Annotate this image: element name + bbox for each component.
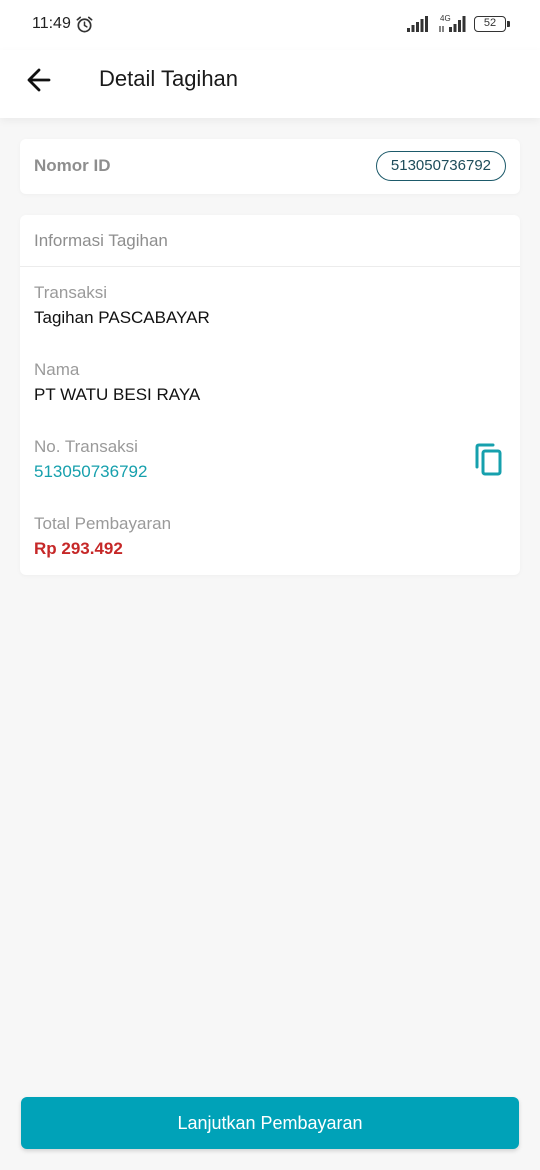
transaction-number-value: 513050736792 bbox=[34, 462, 148, 481]
name-value: PT WATU BESI RAYA bbox=[34, 385, 201, 404]
alarm-icon bbox=[76, 16, 93, 33]
app-bar: Detail Tagihan bbox=[0, 50, 540, 118]
battery-icon: 52 bbox=[474, 16, 506, 32]
transaction-type-value: Tagihan PASCABAYAR bbox=[34, 308, 210, 327]
signal-icon bbox=[407, 16, 428, 32]
continue-payment-button[interactable]: Lanjutkan Pembayaran bbox=[21, 1097, 519, 1149]
arrow-left-icon[interactable] bbox=[22, 64, 56, 96]
id-card: Nomor ID 513050736792 bbox=[20, 139, 520, 194]
name-label: Nama bbox=[34, 360, 80, 379]
bill-info-card: Informasi Tagihan Transaksi Tagihan PASC… bbox=[20, 215, 520, 575]
status-bar: 11:49 4G 52 bbox=[0, 0, 540, 50]
section-title: Informasi Tagihan bbox=[34, 231, 168, 250]
id-label: Nomor ID bbox=[34, 156, 111, 175]
total-payment-value: Rp 293.492 bbox=[34, 539, 123, 558]
battery-tip bbox=[507, 21, 510, 27]
status-time: 11:49 bbox=[32, 15, 71, 32]
transaction-type-label: Transaksi bbox=[34, 283, 108, 302]
copy-icon[interactable] bbox=[473, 443, 503, 477]
section-header: Informasi Tagihan bbox=[20, 215, 520, 267]
total-payment-label: Total Pembayaran bbox=[34, 514, 172, 533]
page-title: Detail Tagihan bbox=[99, 66, 239, 91]
network-type-label: 4G bbox=[440, 14, 451, 23]
transaction-number-label: No. Transaksi bbox=[34, 437, 138, 456]
battery-level: 52 bbox=[483, 17, 497, 29]
id-value-pill: 513050736792 bbox=[375, 151, 506, 181]
